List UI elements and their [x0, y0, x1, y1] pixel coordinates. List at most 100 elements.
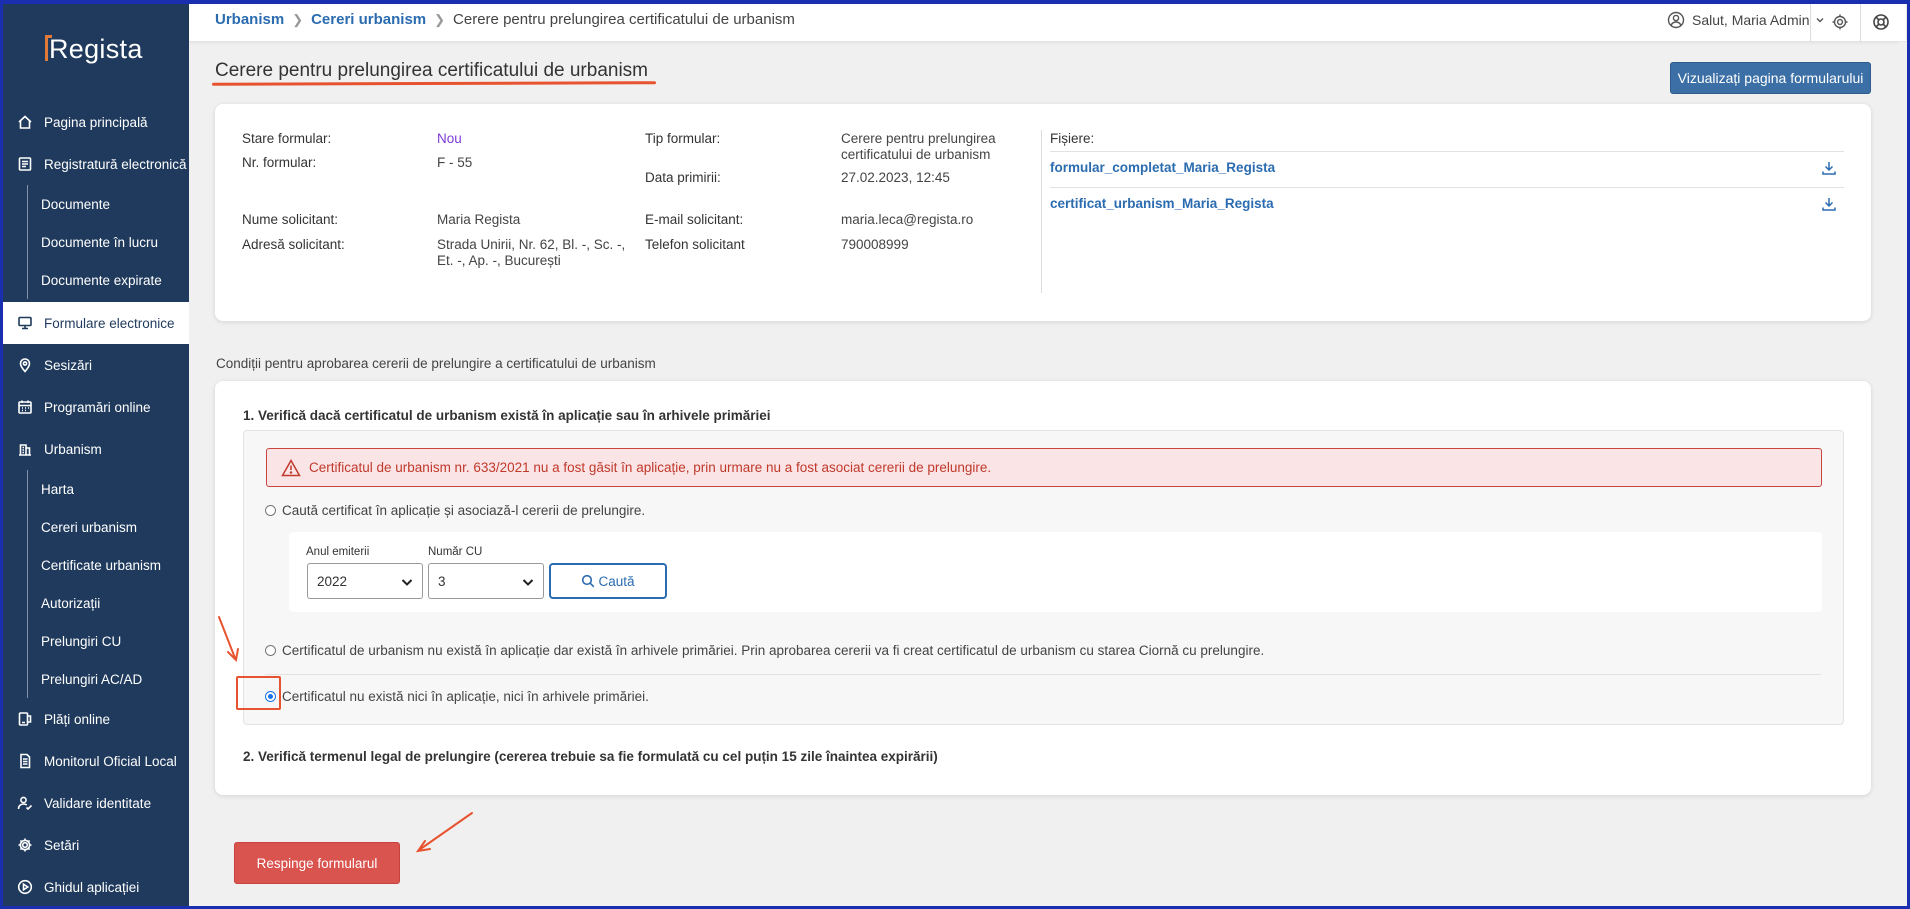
sidebar-item-programari[interactable]: Programări online: [3, 386, 189, 428]
form-number-value: F - 55: [437, 155, 473, 170]
option-archive-label: Certificatul de urbanism nu există în ap…: [282, 643, 1265, 658]
sidebar-item-monitorul-oficial[interactable]: Monitorul Oficial Local: [3, 740, 189, 782]
conditions-caption: Condiții pentru aprobarea cererii de pre…: [216, 356, 656, 371]
form-type-label: Tip formular:: [645, 131, 721, 146]
sidebar-item-label: Autorizații: [41, 595, 101, 611]
option-search-radio-row[interactable]: Caută certificat în aplicație și asociaz…: [265, 503, 645, 518]
cu-number-select[interactable]: 3: [428, 563, 544, 599]
sidebar-item-cereri-urbanism[interactable]: Cereri urbanism: [3, 508, 189, 546]
address-line: Strada Unirii, Nr. 62, Bl. -, Sc. -,: [437, 237, 626, 252]
sidebar-item-documente-in-lucru[interactable]: Documente în lucru: [3, 223, 189, 261]
sidebar-item-documente-expirate[interactable]: Documente expirate: [3, 261, 189, 299]
chevron-down-icon: [1815, 12, 1825, 28]
sidebar-item-certificate-urbanism[interactable]: Certificate urbanism: [3, 546, 189, 584]
chevron-down-icon: [521, 575, 535, 589]
pin-icon: [15, 355, 35, 375]
chevron-right-icon: ❯: [434, 11, 446, 27]
sidebar-item-label: Programări online: [44, 399, 151, 415]
year-label: Anul emiterii: [306, 546, 370, 558]
sidebar-item-prelungiri-ac-ad[interactable]: Prelungiri AC/AD: [3, 660, 189, 698]
logo-text: Regista: [49, 34, 143, 64]
sidebar-item-label: Harta: [41, 481, 75, 497]
sidebar-item-autorizatii[interactable]: Autorizații: [3, 584, 189, 622]
logo[interactable]: Regista: [45, 34, 143, 65]
file-link[interactable]: certificat_urbanism_Maria_Regista: [1050, 196, 1274, 211]
option-none-label: Certificatul nu există nici în aplicație…: [282, 689, 649, 704]
file-link[interactable]: formular_completat_Maria_Regista: [1050, 160, 1275, 175]
sidebar-item-formulare-electronice[interactable]: Formulare electronice: [3, 302, 189, 344]
sidebar-item-registratura[interactable]: Registratură electronică: [3, 143, 189, 185]
step2-title: 2. Verifică termenul legal de prelungire…: [243, 749, 938, 764]
sidebar-nav: Pagina principală Registratură electroni…: [3, 101, 189, 908]
sidebar-item-label: Pagina principală: [44, 114, 148, 130]
email-value: maria.leca@regista.ro: [841, 212, 974, 227]
breadcrumb-cereri-urbanism[interactable]: Cereri urbanism: [311, 11, 426, 28]
form-type-value: Cerere pentru prelungirea certificatului …: [841, 131, 996, 163]
sidebar-item-plati-online[interactable]: Plăți online: [3, 698, 189, 740]
sidebar-item-validare-identitate[interactable]: Validare identitate: [3, 782, 189, 824]
download-icon[interactable]: [1820, 195, 1838, 213]
cu-number-label: Număr CU: [428, 546, 483, 558]
chevron-down-icon: [400, 575, 414, 589]
sidebar-item-ghidul-aplicatiei[interactable]: Ghidul aplicației: [3, 866, 189, 908]
sidebar-item-setari[interactable]: Setări: [3, 824, 189, 866]
lifebuoy-icon[interactable]: [1870, 11, 1892, 33]
sidebar-item-label: Monitorul Oficial Local: [44, 753, 177, 769]
phone-value: 790008999: [841, 237, 909, 252]
user-greeting: Salut, Maria Admin: [1692, 12, 1810, 28]
reject-form-button[interactable]: Respinge formularul: [234, 842, 400, 884]
sidebar-item-label: Plăți online: [44, 711, 111, 727]
sidebar-item-pagina-principala[interactable]: Pagina principală: [3, 101, 189, 143]
sidebar-item-harta[interactable]: Harta: [3, 470, 189, 508]
warning-icon: [281, 458, 301, 477]
sidebar-item-label: Documente expirate: [41, 272, 162, 288]
radio-archive[interactable]: [265, 645, 276, 656]
home-icon: [15, 112, 35, 132]
building-icon: [15, 439, 35, 459]
view-form-page-button[interactable]: Vizualizați pagina formularului: [1670, 62, 1871, 94]
year-select[interactable]: 2022: [307, 563, 423, 599]
sidebar-item-label: Formulare electronice: [44, 315, 175, 331]
breadcrumb-urbanism[interactable]: Urbanism: [215, 11, 284, 28]
sidebar-item-sesizari[interactable]: Sesizări: [3, 344, 189, 386]
annotation-arrow: [418, 812, 473, 851]
document-icon: [15, 751, 35, 771]
address-value: Strada Unirii, Nr. 62, Bl. -, Sc. -, Et. …: [437, 237, 625, 269]
radio-search[interactable]: [265, 505, 276, 516]
step1-title: 1. Verifică dacă certificatul de urbanis…: [243, 408, 771, 423]
status-badge: Nou: [437, 131, 462, 146]
sidebar-item-urbanism[interactable]: Urbanism: [3, 428, 189, 470]
received-value: 27.02.2023, 12:45: [841, 170, 950, 185]
sidebar-item-label: Prelungiri CU: [41, 633, 122, 649]
sidebar-item-documente[interactable]: Documente: [3, 185, 189, 223]
user-menu[interactable]: Salut, Maria Admin: [1667, 11, 1825, 29]
sidebar-item-label: Urbanism: [44, 441, 102, 457]
top-bar: Urbanism ❯ Cereri urbanism ❯ Cerere pent…: [189, 4, 1906, 42]
annotation-underline: [211, 81, 657, 86]
phone-label: Telefon solicitant: [645, 237, 745, 252]
sidebar-item-label: Setări: [44, 837, 80, 853]
form-icon: [15, 313, 35, 333]
files-label: Fișiere:: [1050, 131, 1095, 146]
play-circle-icon: [15, 877, 35, 897]
alert-text: Certificatul de urbanism nr. 633/2021 nu…: [309, 460, 992, 475]
year-value: 2022: [317, 573, 348, 589]
error-alert: Certificatul de urbanism nr. 633/2021 nu…: [266, 448, 1822, 487]
option-archive-radio-row[interactable]: Certificatul de urbanism nu există în ap…: [265, 643, 1264, 658]
info-divider: [1041, 130, 1042, 293]
sidebar-item-label: Sesizări: [44, 357, 93, 373]
cu-number-value: 3: [438, 573, 446, 589]
search-button-label: Caută: [598, 573, 635, 589]
status-label: Stare formular:: [242, 131, 332, 146]
option-none-radio-row[interactable]: Certificatul nu există nici în aplicație…: [265, 689, 649, 704]
search-button[interactable]: Caută: [549, 563, 667, 599]
download-icon[interactable]: [1820, 159, 1838, 177]
scrollbar[interactable]: [1898, 42, 1907, 906]
form-number-label: Nr. formular:: [242, 155, 317, 170]
form-type-line: Cerere pentru prelungirea: [841, 131, 996, 146]
settings-gear-icon[interactable]: [1829, 11, 1851, 33]
sidebar-item-label: Ghidul aplicației: [44, 879, 140, 895]
sidebar-item-label: Documente: [41, 196, 111, 212]
sidebar-item-prelungiri-cu[interactable]: Prelungiri CU: [3, 622, 189, 660]
form-type-line: certificatului de urbanism: [841, 147, 991, 162]
